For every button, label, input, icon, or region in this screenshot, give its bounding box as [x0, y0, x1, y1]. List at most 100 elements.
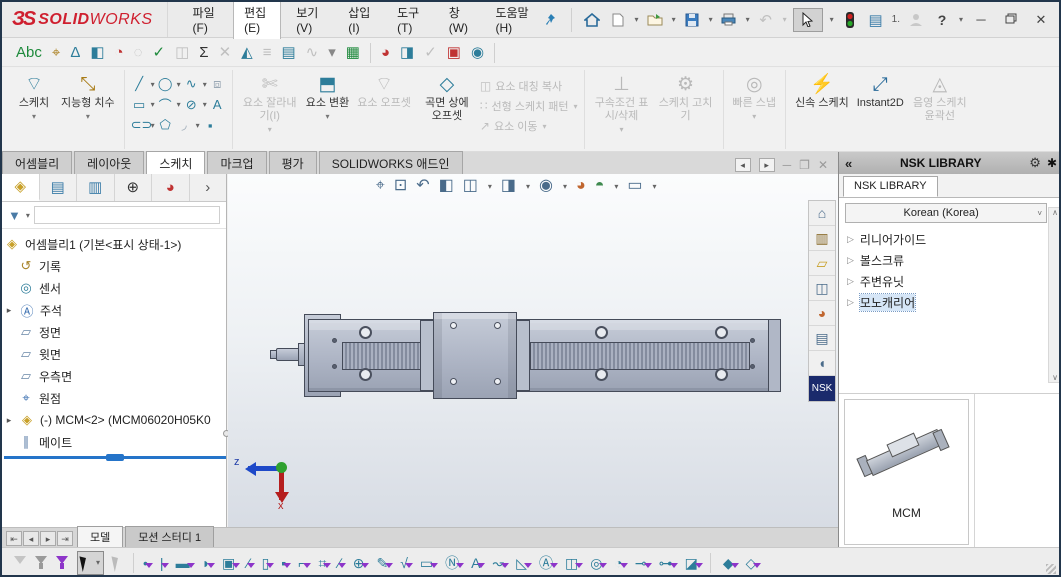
menu-file[interactable]: 파일(F)	[182, 0, 230, 40]
rollback-bar[interactable]	[4, 456, 226, 459]
datum-target-filter-icon[interactable]: ◎	[590, 556, 602, 570]
tree-caret-icon[interactable]: ▷	[847, 234, 854, 245]
arc-tool-icon[interactable]: ⌒	[157, 95, 174, 114]
midpoint-filter-icon[interactable]: ∕	[338, 556, 340, 570]
filter-funnel-icon[interactable]: ▼	[8, 208, 21, 223]
home-tab-icon[interactable]: ⌂	[809, 201, 835, 226]
user-account-icon[interactable]	[906, 8, 926, 32]
nsk-item-peripheral-unit[interactable]: ▷ 주변유닛	[847, 271, 1061, 292]
menu-tools[interactable]: 도구(T)	[386, 0, 434, 40]
forum-tab-icon[interactable]: ◖	[809, 351, 835, 376]
featuremanager-tab[interactable]: ◈	[2, 174, 40, 201]
vertex-filter-icon[interactable]: •	[143, 556, 148, 570]
tree-item-mates[interactable]: ∥ 메이트	[4, 431, 226, 453]
scroll-down-icon[interactable]: ∨	[1052, 373, 1058, 382]
datum-filter-icon[interactable]: Ⓐ	[539, 556, 553, 570]
offset-on-surface-button[interactable]: ◇ 곡면 상에 오프셋	[416, 72, 478, 124]
menu-help[interactable]: 도움말(H)	[484, 0, 540, 40]
propertymanager-tab[interactable]: ▤	[40, 174, 78, 201]
tree-root-assembly[interactable]: ◈ 어셈블리1 (기본<표시 상태-1>)	[4, 233, 226, 255]
smart-dimension-button[interactable]: ⤡ 지능형 치수 ▾	[58, 72, 118, 122]
selection-box-icon[interactable]: ⧈	[209, 76, 226, 92]
polygon-tool-icon[interactable]: ⬠	[157, 117, 174, 133]
tab-scroll-left-icon[interactable]: ◂	[735, 158, 751, 172]
configurationmanager-tab[interactable]: ▥	[77, 174, 115, 201]
help-dropdown-icon[interactable]: ▾	[959, 15, 963, 24]
view-palette-tab-icon[interactable]: ◫	[809, 276, 835, 301]
next-tab-icon[interactable]: ▸	[40, 531, 56, 546]
draft-analysis-icon[interactable]: ◭	[241, 45, 253, 60]
texture-mapping-icon[interactable]: ◨	[400, 45, 414, 60]
restore-button[interactable]	[999, 12, 1023, 27]
appearances-tab-icon[interactable]: ◕	[809, 301, 835, 326]
section-properties-icon[interactable]: ◧	[90, 45, 104, 60]
motion-study-tab[interactable]: 모션 스터디 1	[125, 526, 214, 547]
center-of-mass-filter-icon[interactable]: ◔	[614, 556, 622, 570]
pocket-filter-icon[interactable]: ◫	[565, 556, 578, 570]
minimize-button[interactable]: ─	[969, 12, 993, 27]
doc-restore-icon[interactable]: ❐	[799, 158, 810, 172]
print-button[interactable]	[719, 8, 739, 32]
menu-edit[interactable]: 편집(E)	[233, 0, 281, 40]
text-tool-icon[interactable]: A	[209, 97, 226, 112]
nsk-item-ball-screw[interactable]: ▷ 볼스크류	[847, 250, 1061, 271]
equations-icon[interactable]: Σ	[199, 45, 208, 60]
expand-tabs-button[interactable]: ›	[190, 174, 227, 201]
dimension-filter-icon[interactable]: ▭	[420, 556, 433, 570]
nsk-scrollbar[interactable]: ∧∨	[1048, 207, 1061, 383]
convert-dropdown-icon[interactable]: ▾	[325, 112, 329, 121]
graphics-viewport[interactable]: ⌖⊡↶◧◫▾◨▾◉▾◕◓▾▭▾	[228, 174, 838, 527]
filter-dropdown-icon[interactable]: ▾	[26, 211, 30, 220]
sketch-path-filter-icon[interactable]: ⌗	[318, 556, 326, 570]
tab-sketch[interactable]: 스케치	[146, 151, 205, 174]
last-tab-icon[interactable]: ⇥	[57, 531, 73, 546]
mesh-facet-filter-icon[interactable]: ◪	[685, 556, 698, 570]
model-tab[interactable]: 모델	[77, 526, 123, 547]
design-library-tab-icon[interactable]: ▥	[809, 226, 835, 251]
new-document-dropdown-icon[interactable]: ▾	[635, 15, 639, 24]
language-select[interactable]: Korean (Korea) ˅	[845, 203, 1047, 223]
scroll-up-icon[interactable]: ∧	[1052, 208, 1058, 217]
select-tool-pressed[interactable]: ▾	[77, 551, 104, 575]
face-filter-icon[interactable]: ▬	[176, 556, 190, 570]
axis-filter-icon[interactable]: ⁄	[247, 556, 249, 570]
menu-insert[interactable]: 삽입(I)	[337, 0, 382, 40]
equation-filter-icon[interactable]: √	[400, 556, 408, 570]
spline-tool-icon[interactable]: ∿	[183, 76, 200, 92]
smart-dimension-dropdown-icon[interactable]: ▾	[86, 112, 90, 121]
render-preview-icon[interactable]: ◕	[381, 45, 390, 60]
connection-point-filter-icon[interactable]: ⊶	[659, 556, 673, 570]
point-tool-icon[interactable]: ▪	[202, 118, 219, 133]
mass-properties-icon[interactable]: Δ	[70, 45, 80, 60]
line-tool-icon[interactable]: ╱	[131, 76, 148, 92]
sketch-button[interactable]: ⌔ 스케치 ▾	[12, 72, 56, 122]
nsk-library-tab[interactable]: NSK LIBRARY	[843, 176, 938, 197]
tree-caret-icon[interactable]: ▷	[847, 255, 854, 266]
gear-icon[interactable]: ⚙	[1029, 155, 1041, 171]
nsk-item-linear-guide[interactable]: ▷ 리니어가이드	[847, 229, 1061, 250]
compare-documents-icon[interactable]: ▣	[447, 45, 461, 60]
dowel-pin-filter-icon[interactable]: ⊸	[635, 556, 647, 570]
note-filter-icon[interactable]: A	[471, 556, 480, 570]
tree-item-history[interactable]: ↺ 기록	[4, 255, 226, 277]
rectangle-tool-icon[interactable]: ▭	[131, 97, 148, 113]
tab-scroll-right-icon[interactable]: ▸	[759, 158, 775, 172]
tab-solidworks-addins[interactable]: SOLIDWORKS 애드인	[319, 151, 463, 174]
rectangle-dropdown-icon[interactable]: ▾	[151, 100, 155, 109]
traffic-light-icon[interactable]	[840, 8, 860, 32]
plane-filter-icon[interactable]: ▯	[262, 556, 270, 570]
spline-dropdown-icon[interactable]: ▾	[203, 80, 207, 89]
fillet-dropdown-icon[interactable]: ▾	[196, 121, 200, 130]
measure-icon[interactable]: ⌖	[52, 45, 60, 60]
mcm-preview-card[interactable]: MCM	[844, 399, 969, 545]
performance-evaluation-icon[interactable]: ◔	[115, 45, 124, 60]
select-tool-dropdown-icon[interactable]: ▾	[830, 15, 834, 24]
tree-item-sensors[interactable]: ◎ 센서	[4, 277, 226, 299]
open-document-button[interactable]	[645, 8, 665, 32]
tree-item-front-plane[interactable]: ▱ 정면	[4, 321, 226, 343]
toolbar-dropdown-icon[interactable]: ▾	[328, 45, 336, 60]
pin-menu-icon[interactable]	[541, 8, 561, 32]
edrawings-icon[interactable]: ◉	[471, 45, 484, 60]
surface-finish-filter-icon[interactable]: ◺	[516, 556, 527, 570]
surface-body-filter-icon[interactable]: ◗	[202, 556, 210, 570]
